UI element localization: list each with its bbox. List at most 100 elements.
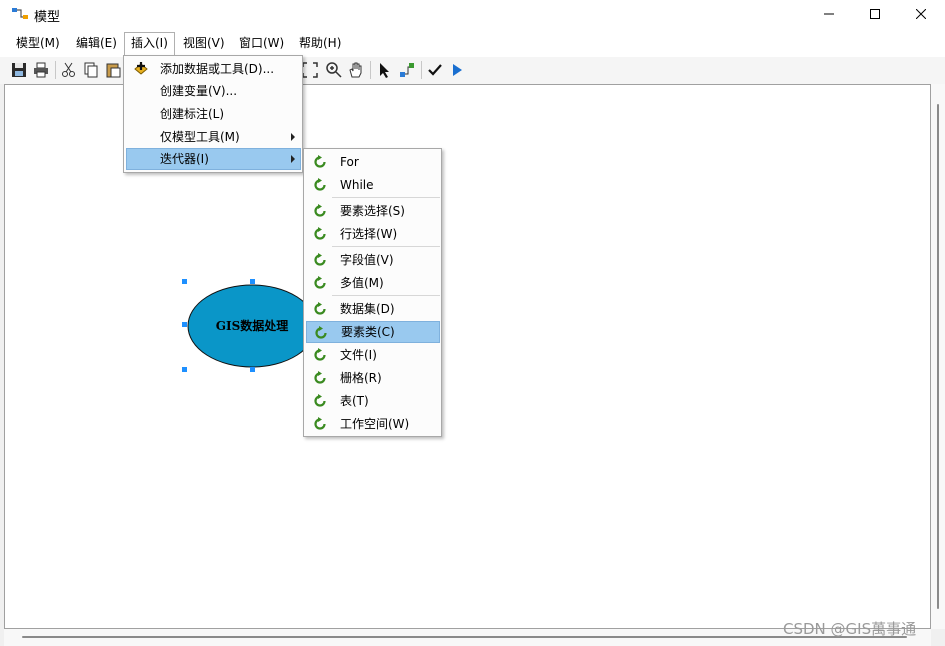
print-icon <box>34 62 48 78</box>
menu-separator <box>332 197 440 198</box>
iterator-item-for[interactable]: For <box>306 151 440 173</box>
iterator-item-field-value[interactable]: 字段值(V) <box>306 249 440 271</box>
menu-bar: 模型(M) 编辑(E) 插入(I) 视图(V) 窗口(W) 帮助(H) <box>0 30 945 57</box>
iterator-item-dataset[interactable]: 数据集(D) <box>306 298 440 320</box>
iterator-icon <box>314 178 326 191</box>
watermark: CSDN @GIS萬事通 <box>783 620 917 638</box>
iterator-item-label: 表(T) <box>340 394 369 408</box>
iterator-icon <box>314 417 326 430</box>
menu-separator <box>332 246 440 247</box>
pointer-icon <box>380 63 389 78</box>
selection-handle[interactable] <box>182 279 187 284</box>
iterator-item-label: While <box>340 178 374 192</box>
scrollbar-thumb[interactable] <box>22 636 907 638</box>
full-extent-button[interactable] <box>300 60 320 80</box>
run-button[interactable] <box>447 60 467 80</box>
title-bar: 模型 <box>0 0 945 30</box>
menu-item-add-data[interactable]: 添加数据或工具(D)... <box>126 58 301 80</box>
iterator-item-label: 字段值(V) <box>340 253 394 267</box>
iterator-item-feature-class[interactable]: 要素类(C) <box>306 321 440 343</box>
iterator-icon <box>314 253 326 266</box>
full-extent-icon <box>302 62 318 78</box>
zoom-in-button[interactable] <box>324 60 344 80</box>
iterator-item-file[interactable]: 文件(I) <box>306 344 440 366</box>
menu-help[interactable]: 帮助(H) <box>293 32 347 56</box>
copy-icon <box>84 62 98 78</box>
submenu-arrow-icon <box>291 133 295 141</box>
iterator-item-raster[interactable]: 栅格(R) <box>306 367 440 389</box>
toolbar-separator <box>370 61 371 79</box>
iterator-item-label: 多值(M) <box>340 276 384 290</box>
iterator-item-workspace[interactable]: 工作空间(W) <box>306 413 440 435</box>
menu-model[interactable]: 模型(M) <box>10 32 66 56</box>
minimize-button[interactable] <box>806 0 852 30</box>
iterator-icon <box>315 326 327 339</box>
add-data-icon <box>134 62 148 75</box>
menu-edit[interactable]: 编辑(E) <box>70 32 123 56</box>
iterator-icon <box>314 155 326 168</box>
menu-window[interactable]: 窗口(W) <box>233 32 290 56</box>
validate-button[interactable] <box>425 60 445 80</box>
iterator-icon <box>314 371 326 384</box>
menu-item-create-label[interactable]: 创建标注(L) <box>126 103 301 125</box>
copy-button[interactable] <box>81 60 101 80</box>
select-button[interactable] <box>375 60 395 80</box>
iterator-icon <box>314 227 326 240</box>
menu-item-label: 仅模型工具(M) <box>160 130 240 144</box>
iterator-item-label: 行选择(W) <box>340 227 398 241</box>
process-node[interactable]: GIS数据处理 <box>186 284 318 368</box>
zoom-in-icon <box>326 62 342 78</box>
print-button[interactable] <box>31 60 51 80</box>
maximize-button[interactable] <box>852 0 898 30</box>
iterator-icon <box>314 276 326 289</box>
scrollbar-thumb[interactable] <box>937 104 939 609</box>
connect-icon <box>400 63 414 77</box>
selection-handle[interactable] <box>182 322 187 327</box>
iterator-item-feature-selection[interactable]: 要素选择(S) <box>306 200 440 222</box>
iterator-icon <box>314 302 326 315</box>
menu-item-label: 迭代器(I) <box>160 152 209 166</box>
iterator-item-label: 要素选择(S) <box>340 204 405 218</box>
iterator-icon <box>314 204 326 217</box>
menu-item-model-only-tools[interactable]: 仅模型工具(M) <box>126 126 301 148</box>
selection-handle[interactable] <box>182 367 187 372</box>
toolbar-separator <box>421 61 422 79</box>
checkmark-icon <box>428 64 442 76</box>
iterator-item-while[interactable]: While <box>306 174 440 196</box>
close-button[interactable] <box>898 0 944 30</box>
scissors-icon <box>62 62 75 77</box>
paste-icon <box>106 63 121 78</box>
iterator-item-label: 文件(I) <box>340 348 377 362</box>
menu-insert[interactable]: 插入(I) <box>124 32 175 56</box>
pan-button[interactable] <box>346 60 366 80</box>
selection-handle[interactable] <box>250 367 255 372</box>
toolbar-separator <box>55 61 56 79</box>
connect-button[interactable] <box>397 60 417 80</box>
iterator-item-multi-value[interactable]: 多值(M) <box>306 272 440 294</box>
minimize-icon <box>824 13 834 15</box>
iterator-item-row-selection[interactable]: 行选择(W) <box>306 223 440 245</box>
menu-item-label: 创建标注(L) <box>160 107 225 121</box>
menu-item-create-variable[interactable]: 创建变量(V)... <box>126 80 301 102</box>
cut-button[interactable] <box>59 60 79 80</box>
save-button[interactable] <box>9 60 29 80</box>
iterator-item-table[interactable]: 表(T) <box>306 390 440 412</box>
run-icon <box>453 64 462 76</box>
selection-handle[interactable] <box>250 279 255 284</box>
menu-item-label: 创建变量(V)... <box>160 84 238 98</box>
iterator-item-label: 要素类(C) <box>341 325 395 339</box>
paste-button[interactable] <box>103 60 123 80</box>
iterator-item-label: 工作空间(W) <box>340 417 410 431</box>
iterator-item-label: For <box>340 155 359 169</box>
menu-item-iterators[interactable]: 迭代器(I) <box>126 148 301 170</box>
maximize-icon <box>870 9 880 19</box>
model-app-icon <box>12 8 28 19</box>
menu-item-label: 添加数据或工具(D)... <box>160 62 275 76</box>
iterator-submenu: For While 要素选择(S) 行选择(W) 字段值(V) 多值(M) 数据集(D) 要素… <box>303 148 442 437</box>
save-icon <box>12 63 26 77</box>
vertical-scrollbar[interactable] <box>931 84 945 629</box>
insert-menu-dropdown: 添加数据或工具(D)... 创建变量(V)... 创建标注(L) 仅模型工具(M… <box>123 55 303 173</box>
iterator-icon <box>314 348 326 361</box>
menu-view[interactable]: 视图(V) <box>177 32 231 56</box>
node-label: GIS数据处理 <box>215 319 289 333</box>
